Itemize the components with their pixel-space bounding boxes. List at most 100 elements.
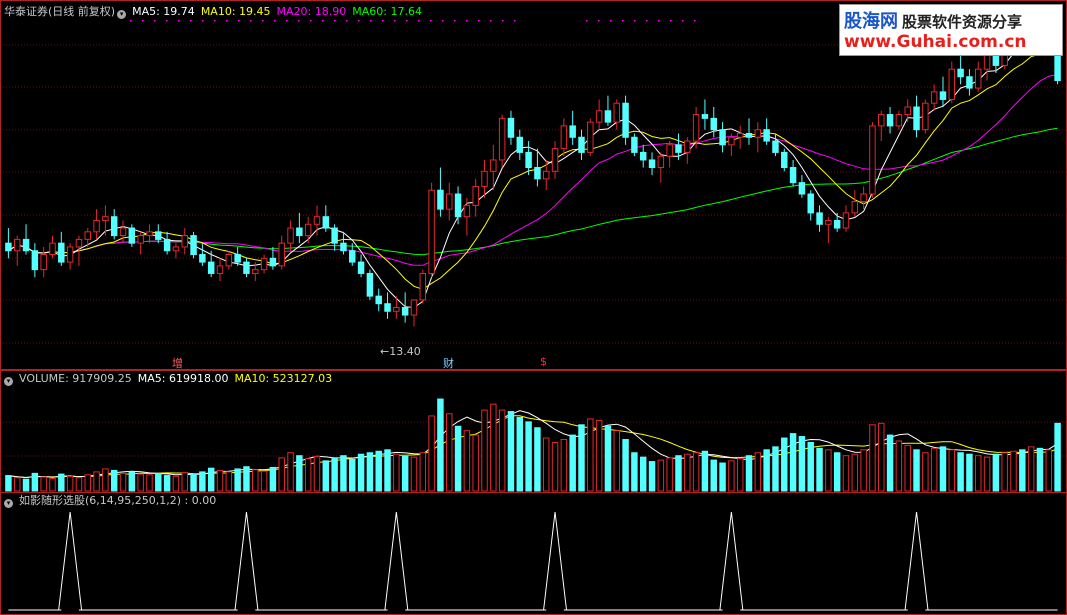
ma20-dot-trail — [358, 20, 360, 22]
ma-lines — [8, 32, 1058, 309]
candle-body — [366, 272, 374, 297]
event-marker-dollar[interactable]: $ — [540, 355, 547, 368]
candle-body — [243, 261, 250, 274]
chart-title[interactable]: 华泰证券(日线 前复权) — [4, 5, 115, 18]
candle-body — [983, 53, 991, 70]
ma20-dot-trail — [322, 20, 324, 22]
volume-bar — [719, 462, 726, 492]
volume-bar — [225, 471, 233, 492]
ma20-dot-trail — [514, 20, 516, 22]
candle-body — [684, 140, 691, 153]
ma10-line — [8, 47, 1058, 290]
volume-bar — [904, 444, 911, 492]
volume-bar — [146, 474, 153, 492]
candle-body — [860, 193, 867, 203]
volume-bar — [75, 477, 83, 492]
candle-body — [560, 125, 568, 150]
ma20-dot-trail — [598, 20, 600, 22]
ma20-dot-trail — [310, 20, 312, 22]
candle-body — [75, 238, 83, 248]
candle-body — [357, 261, 365, 274]
candle-body — [13, 238, 21, 252]
guhai-watermark-logo: 股海网 股票软件资源分享 www.Guhai.com.cn — [839, 4, 1063, 56]
volume-bar — [66, 475, 74, 492]
candle-body — [463, 204, 471, 218]
candle-body — [930, 91, 938, 104]
candle-body — [58, 242, 65, 263]
volume-ma5-label: MA5: 619918.00 — [137, 372, 229, 385]
ma20-dot-trail — [658, 20, 660, 22]
candle-body — [163, 238, 171, 252]
candle-body — [525, 151, 532, 169]
candle-body — [49, 242, 56, 256]
candle-body — [595, 110, 603, 123]
ma20-dot-trail — [466, 20, 468, 22]
volume-bar — [922, 452, 929, 492]
candle-body — [789, 167, 797, 184]
volume-bar — [895, 440, 903, 492]
volume-bar — [833, 452, 841, 492]
candle-body — [975, 68, 982, 89]
volume-bar — [313, 455, 321, 492]
volume-bar — [349, 458, 356, 492]
ma20-dot-trail — [214, 20, 216, 22]
volume-bar — [578, 424, 585, 492]
candle-body — [604, 110, 612, 123]
candle-body — [551, 148, 559, 172]
candle-body — [948, 68, 956, 100]
volume-bar — [401, 455, 409, 492]
volume-bar — [269, 466, 277, 492]
volume-bar — [639, 456, 647, 492]
volume-bar — [798, 436, 806, 492]
ma20-dot-trail — [478, 20, 480, 22]
chevron-down-icon[interactable]: ▾ — [117, 10, 127, 19]
candle-body — [146, 231, 153, 237]
candle-body — [172, 246, 180, 252]
chevron-down-icon[interactable]: ▾ — [4, 377, 13, 386]
ma20-dot-trail — [190, 20, 192, 22]
volume-bar — [710, 459, 717, 492]
volume-bars — [5, 398, 1061, 492]
event-marker-cai[interactable]: 财 — [443, 355, 454, 371]
ma20-dot-trail — [226, 20, 228, 22]
volume-bar — [119, 472, 127, 492]
low-price-value: 13.40 — [389, 345, 421, 358]
volume-bar — [666, 457, 673, 492]
volume-bar — [816, 447, 823, 492]
candle-body — [719, 129, 726, 146]
candle-body — [93, 219, 100, 233]
volume-bar — [331, 457, 338, 492]
volume-bar — [939, 446, 947, 492]
candle-body — [119, 227, 127, 237]
candle-body — [675, 144, 682, 153]
candle-body — [102, 216, 109, 221]
candle-body — [225, 254, 233, 267]
ma20-dot-trail — [586, 20, 588, 22]
candle-body — [825, 219, 832, 225]
volume-bar — [534, 427, 541, 492]
volume-bar — [975, 455, 982, 492]
volume-bar — [781, 437, 788, 492]
volume-bar — [419, 452, 427, 492]
volume-bar — [437, 398, 444, 492]
candle-body — [833, 219, 841, 229]
watermark-url: www.Guhai.com.cn — [844, 32, 1027, 52]
candle-body — [66, 246, 74, 263]
chevron-down-icon[interactable]: ▾ — [4, 499, 13, 508]
volume-bar — [22, 478, 30, 492]
candle-body — [322, 216, 330, 229]
volume-bar — [5, 475, 12, 492]
volume-bar — [622, 439, 629, 492]
volume-bar — [128, 471, 136, 492]
volume-bar — [631, 452, 638, 492]
indicator-line — [8, 511, 1058, 611]
candle-body — [375, 295, 382, 305]
candle-body — [781, 151, 788, 169]
event-marker-zeng[interactable]: 增 — [172, 355, 183, 371]
candle-body — [128, 227, 136, 244]
ma20-dot-trail — [250, 20, 252, 22]
volume-bar — [1036, 447, 1044, 492]
ma20-dot-trail — [634, 20, 636, 22]
volume-bar — [446, 413, 453, 492]
volume-bar — [172, 475, 180, 492]
